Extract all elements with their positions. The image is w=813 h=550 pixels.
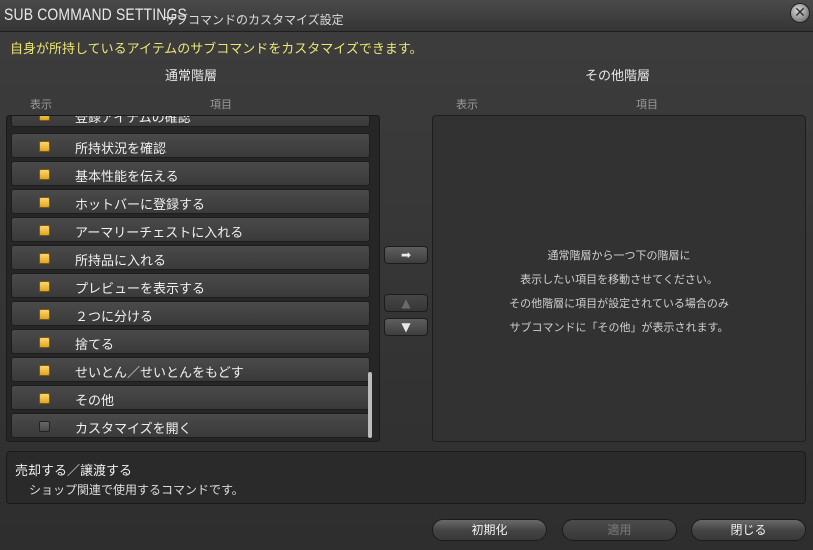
- right-header-display: 表示: [456, 98, 478, 111]
- empty-message-line: 通常階層から一つ下の階層に: [547, 249, 691, 262]
- list-item-label: その他: [75, 394, 115, 409]
- move-up-button[interactable]: ▲: [384, 294, 428, 312]
- list-item[interactable]: 所持状況を確認: [11, 133, 370, 158]
- window-subtitle: サブコマンドのカスタマイズ設定: [164, 13, 344, 27]
- list-item-label: 所持状況を確認: [75, 142, 167, 157]
- title-bar: SUB COMMAND SETTINGS サブコマンドのカスタマイズ設定 ✕: [0, 0, 813, 32]
- checkbox[interactable]: [39, 141, 50, 152]
- other-layer-list: 通常階層から一つ下の階層に 表示したい項目を移動させてください。 その他階層に項…: [432, 115, 806, 442]
- checkbox[interactable]: [39, 337, 50, 348]
- list-item[interactable]: カスタマイズを開く: [11, 413, 370, 438]
- checkbox[interactable]: [39, 365, 50, 376]
- list-item[interactable]: せいとん／せいとんをもどす: [11, 357, 370, 382]
- apply-button[interactable]: 適用: [562, 519, 677, 541]
- right-header-item: 項目: [636, 98, 658, 111]
- checkbox[interactable]: [39, 281, 50, 292]
- checkbox[interactable]: [39, 169, 50, 180]
- move-down-button[interactable]: ▼: [384, 318, 428, 336]
- left-column-title: 通常階層: [165, 69, 218, 84]
- checkbox[interactable]: [39, 116, 50, 121]
- close-button[interactable]: 閉じる: [691, 519, 806, 541]
- list-scrollbar[interactable]: [368, 372, 372, 438]
- empty-message: 通常階層から一つ下の階層に 表示したい項目を移動させてください。 その他階層に項…: [433, 244, 805, 340]
- info-panel: 売却する／譲渡する ショップ関連で使用するコマンドです。: [6, 451, 806, 504]
- list-item[interactable]: その他: [11, 385, 370, 410]
- window-title: SUB COMMAND SETTINGS: [4, 5, 187, 24]
- list-item-label: ホットバーに登録する: [75, 198, 206, 213]
- checkbox[interactable]: [39, 421, 50, 432]
- list-item[interactable]: プレビューを表示する: [11, 273, 370, 298]
- list-item-label: 登録アイテムの確認: [75, 115, 191, 126]
- info-title: 売却する／譲渡する: [15, 464, 133, 479]
- list-item-label: せいとん／せいとんをもどす: [75, 366, 244, 381]
- close-icon[interactable]: ✕: [790, 3, 810, 23]
- list-item[interactable]: ホットバーに登録する: [11, 189, 370, 214]
- list-item-label: プレビューを表示する: [75, 282, 206, 297]
- empty-message-line: その他階層に項目が設定されている場合のみ: [509, 297, 729, 310]
- right-column-title: その他階層: [585, 69, 651, 84]
- empty-message-line: サブコマンドに「その他」が表示されます。: [509, 321, 729, 334]
- move-right-button[interactable]: ➡: [384, 246, 428, 264]
- list-item[interactable]: 捨てる: [11, 329, 370, 354]
- checkbox[interactable]: [39, 197, 50, 208]
- left-header-display: 表示: [30, 98, 52, 111]
- list-item-label: カスタマイズを開く: [75, 422, 192, 437]
- description-text: 自身が所持しているアイテムのサブコマンドをカスタマイズできます。: [10, 42, 423, 57]
- checkbox[interactable]: [39, 309, 50, 320]
- list-item-label: ２つに分ける: [75, 310, 154, 325]
- list-item-label: 捨てる: [75, 338, 115, 353]
- checkbox[interactable]: [39, 225, 50, 236]
- list-item[interactable]: ２つに分ける: [11, 301, 370, 326]
- reset-button[interactable]: 初期化: [432, 519, 547, 541]
- empty-message-line: 表示したい項目を移動させてください。: [520, 273, 718, 286]
- normal-layer-list: 登録アイテムの確認 所持状況を確認 基本性能を伝える ホットバーに登録する アー…: [6, 115, 380, 442]
- info-text: ショップ関連で使用するコマンドです。: [29, 483, 244, 497]
- list-item-label: 所持品に入れる: [75, 254, 167, 269]
- list-item-label: 基本性能を伝える: [75, 170, 179, 185]
- list-item[interactable]: 登録アイテムの確認: [11, 115, 370, 127]
- list-item[interactable]: 基本性能を伝える: [11, 161, 370, 186]
- left-header-item: 項目: [210, 98, 232, 111]
- list-item[interactable]: 所持品に入れる: [11, 245, 370, 270]
- list-item[interactable]: アーマリーチェストに入れる: [11, 217, 370, 242]
- list-item-label: アーマリーチェストに入れる: [75, 226, 244, 241]
- checkbox[interactable]: [39, 393, 50, 404]
- checkbox[interactable]: [39, 253, 50, 264]
